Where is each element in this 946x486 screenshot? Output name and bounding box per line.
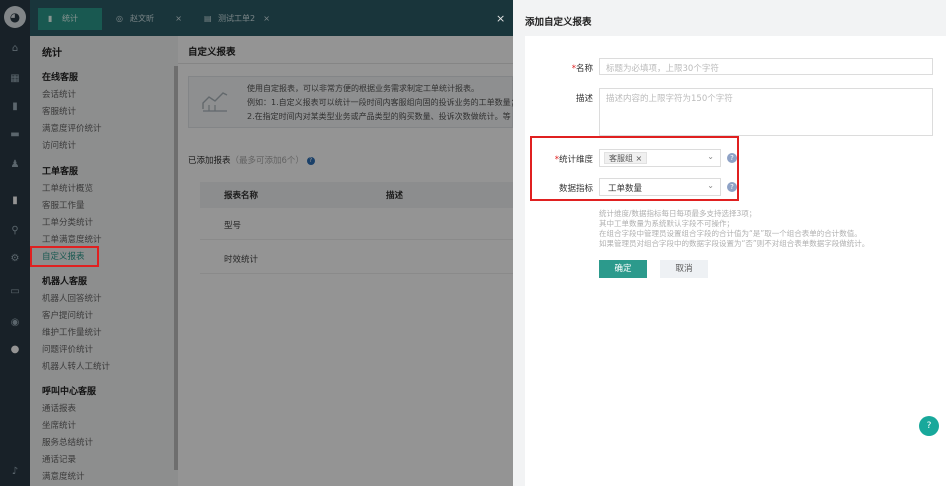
add-report-drawer: 添加自定义报表 *名称 标题为必填项，上限30个字符 描述 描述内容的上限字符为… — [513, 0, 946, 486]
drawer-title: 添加自定义报表 — [525, 17, 592, 28]
note-line: 统计维度/数据指标每日每项最多支持选择3项； — [599, 209, 757, 218]
cancel-button[interactable]: 取消 — [660, 260, 708, 278]
report-form: *名称 标题为必填项，上限30个字符 描述 描述内容的上限字符为150个字符 *… — [525, 36, 946, 486]
highlight-box — [30, 246, 99, 267]
highlight-box — [530, 136, 739, 201]
form-notes: 统计维度/数据指标每日每项最多支持选择3项； 其中工单数量为系统默认字段不可操作… — [599, 209, 869, 249]
name-label: *名称 — [571, 64, 593, 74]
modal-overlay[interactable] — [0, 0, 513, 486]
note-line: 在组合字段中管理员设置组合字段的合计值为“是”取一个组合表单的合计数值。 — [599, 229, 862, 238]
note-line: 如果管理员对组合字段中的数据字段设置为“否”则不对组合表单数据字段做统计。 — [599, 239, 870, 248]
desc-field[interactable]: 描述内容的上限字符为150个字符 — [599, 88, 933, 136]
close-icon[interactable]: × — [496, 12, 505, 25]
confirm-button[interactable]: 确定 — [599, 260, 647, 278]
feedback-button[interactable]: ? — [919, 416, 939, 436]
name-field[interactable]: 标题为必填项，上限30个字符 — [599, 58, 933, 75]
note-line: 其中工单数量为系统默认字段不可操作； — [599, 219, 734, 228]
desc-label: 描述 — [575, 94, 593, 104]
